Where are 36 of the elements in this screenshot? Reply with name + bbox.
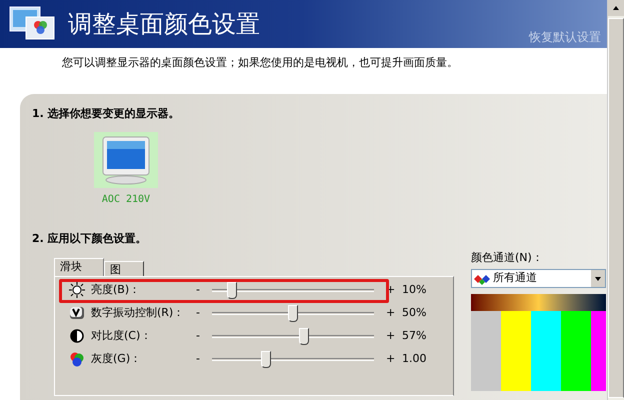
plus-sign: +: [386, 350, 396, 367]
slider-thumb[interactable]: [298, 328, 309, 345]
slider-label: 亮度(B)：: [91, 282, 142, 298]
minus-sign: -: [196, 350, 201, 367]
tab[interactable]: 滑块: [54, 258, 104, 276]
slider-value: 50%: [402, 304, 426, 321]
monitor-icon[interactable]: [94, 132, 158, 188]
minus-sign: -: [196, 328, 201, 344]
monitor-name: AOC 210V: [102, 193, 150, 207]
slider-value: 57%: [402, 328, 426, 344]
minus-sign: -: [196, 304, 201, 321]
slider-label: 灰度(G)：: [91, 350, 142, 367]
slider-thumb[interactable]: [260, 351, 271, 368]
dropdown-value: 所有通道: [493, 270, 538, 286]
scroll-up-icon[interactable]: [608, 0, 624, 16]
slider-value: 1.00: [402, 350, 426, 367]
step-heading: 1. 选择你想要变更的显示器。: [32, 106, 181, 122]
hearts-icon: [474, 272, 490, 284]
color-circles-icon: [69, 351, 85, 367]
slider-label: 对比度(C)：: [91, 328, 152, 344]
sun-icon: [69, 282, 85, 298]
page-title: 调整桌面颜色设置: [68, 12, 260, 36]
channel-label: 颜色通道(N)：: [471, 250, 544, 266]
slider-label: 数字振动控制(R)：: [91, 304, 186, 321]
description-text: 您可以调整显示器的桌面颜色设置；如果您使用的是电视机，也可提升画面质量。: [62, 55, 459, 71]
slider-thumb[interactable]: [288, 305, 298, 322]
channel-dropdown[interactable]: 所有通道: [471, 269, 606, 288]
v-badge-icon: [69, 305, 85, 321]
slider-value: 10%: [402, 282, 426, 298]
slider-thumb[interactable]: [227, 282, 238, 299]
minus-sign: -: [196, 282, 201, 298]
tab[interactable]: 图: [104, 260, 144, 276]
plus-sign: +: [386, 304, 396, 321]
step-heading: 2. 应用以下颜色设置。: [32, 231, 148, 247]
plus-sign: +: [386, 328, 396, 344]
contrast-icon: [69, 328, 85, 344]
